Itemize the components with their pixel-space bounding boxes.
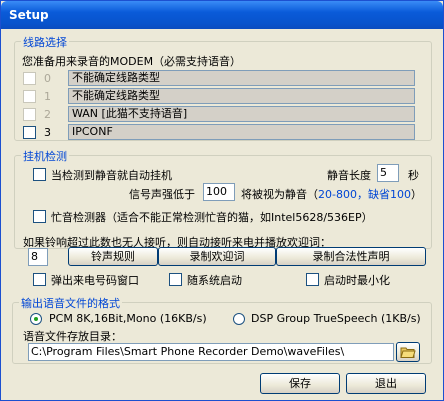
silence-threshold-text: 将被视为静音（20-800，缺省100） (241, 186, 422, 202)
dialog-client: 线路选择 您准备用来录音的MODEM（必需支持语音） 0 不能确定线路类型 1 … (4, 29, 440, 398)
line-3-type: IPCONF (68, 124, 415, 140)
exit-button[interactable]: 退出 (346, 373, 426, 394)
close-paren: ） (410, 188, 422, 201)
dir-label: 语音文件存放目录： (23, 330, 122, 343)
auto-start-label: 随系统启动 (187, 274, 242, 287)
line-0-type: 不能确定线路类型 (68, 70, 415, 86)
dir-path-input[interactable]: C:\Program Files\Smart Phone Recorder De… (28, 343, 394, 361)
line-3-checkbox[interactable] (23, 126, 36, 139)
line-2-number: 2 (44, 108, 51, 121)
busy-detector-checkbox[interactable] (33, 210, 46, 223)
signal-level-input[interactable]: 100 (203, 183, 235, 201)
silence-hangup-checkbox[interactable] (33, 168, 46, 181)
window-title: Setup (9, 8, 49, 22)
popup-caller-checkbox[interactable] (33, 273, 46, 286)
treated-label: 将被视为静音（ (241, 188, 318, 201)
pcm-radio[interactable] (30, 313, 42, 325)
line-3-number: 3 (44, 126, 51, 139)
title-bar[interactable]: Setup (1, 1, 443, 29)
save-button[interactable]: 保存 (260, 373, 340, 394)
line-2-type: WAN [此猫不支持语音] (68, 106, 415, 122)
modem-prompt: 您准备用来录音的MODEM（必需支持语音） (22, 55, 242, 68)
silence-length-label: 静音长度 (327, 169, 371, 182)
line-0-number: 0 (44, 72, 51, 85)
seconds-label: 秒 (408, 169, 419, 182)
start-minimized-label: 启动时最小化 (324, 274, 390, 287)
silence-length-input[interactable]: 5 (377, 164, 399, 182)
line-select-group-title: 线路选择 (21, 34, 69, 50)
line-1-number: 1 (44, 90, 51, 103)
pcm-label: PCM 8K,16Bit,Mono (16KB/s) (49, 312, 207, 325)
output-format-group-title: 输出语音文件的格式 (19, 295, 122, 311)
record-legal-statement-button[interactable]: 录制合法性声明 (276, 247, 426, 266)
ring-rules-button[interactable]: 铃声规则 (68, 247, 158, 266)
browse-folder-button[interactable] (396, 342, 420, 362)
busy-detector-label: 忙音检测器（适合不能正常检测忙音的猫，如Intel5628/536EP） (51, 211, 373, 224)
setup-window: Setup 线路选择 您准备用来录音的MODEM（必需支持语音） 0 不能确定线… (0, 0, 444, 401)
range-text: 20-800，缺省100 (318, 188, 411, 201)
ring-count-input[interactable]: 8 (28, 248, 48, 266)
line-1-checkbox[interactable] (23, 90, 36, 103)
record-welcome-button[interactable]: 录制欢迎词 (158, 247, 276, 266)
hangup-group-title: 挂机检测 (21, 148, 69, 164)
popup-caller-label: 弹出来电号码窗口 (51, 274, 139, 287)
auto-start-checkbox[interactable] (169, 273, 182, 286)
start-minimized-checkbox[interactable] (306, 273, 319, 286)
folder-open-icon (400, 347, 416, 358)
line-0-checkbox[interactable] (23, 72, 36, 85)
dsp-label: DSP Group TrueSpeech (1KB/s) (251, 312, 421, 325)
silence-hangup-label: 当检测到静音就自动挂机 (51, 169, 172, 182)
dsp-radio[interactable] (233, 313, 245, 325)
line-1-type: 不能确定线路类型 (68, 88, 415, 104)
signal-below-label: 信号声强低于 (129, 188, 195, 201)
line-2-checkbox[interactable] (23, 108, 36, 121)
